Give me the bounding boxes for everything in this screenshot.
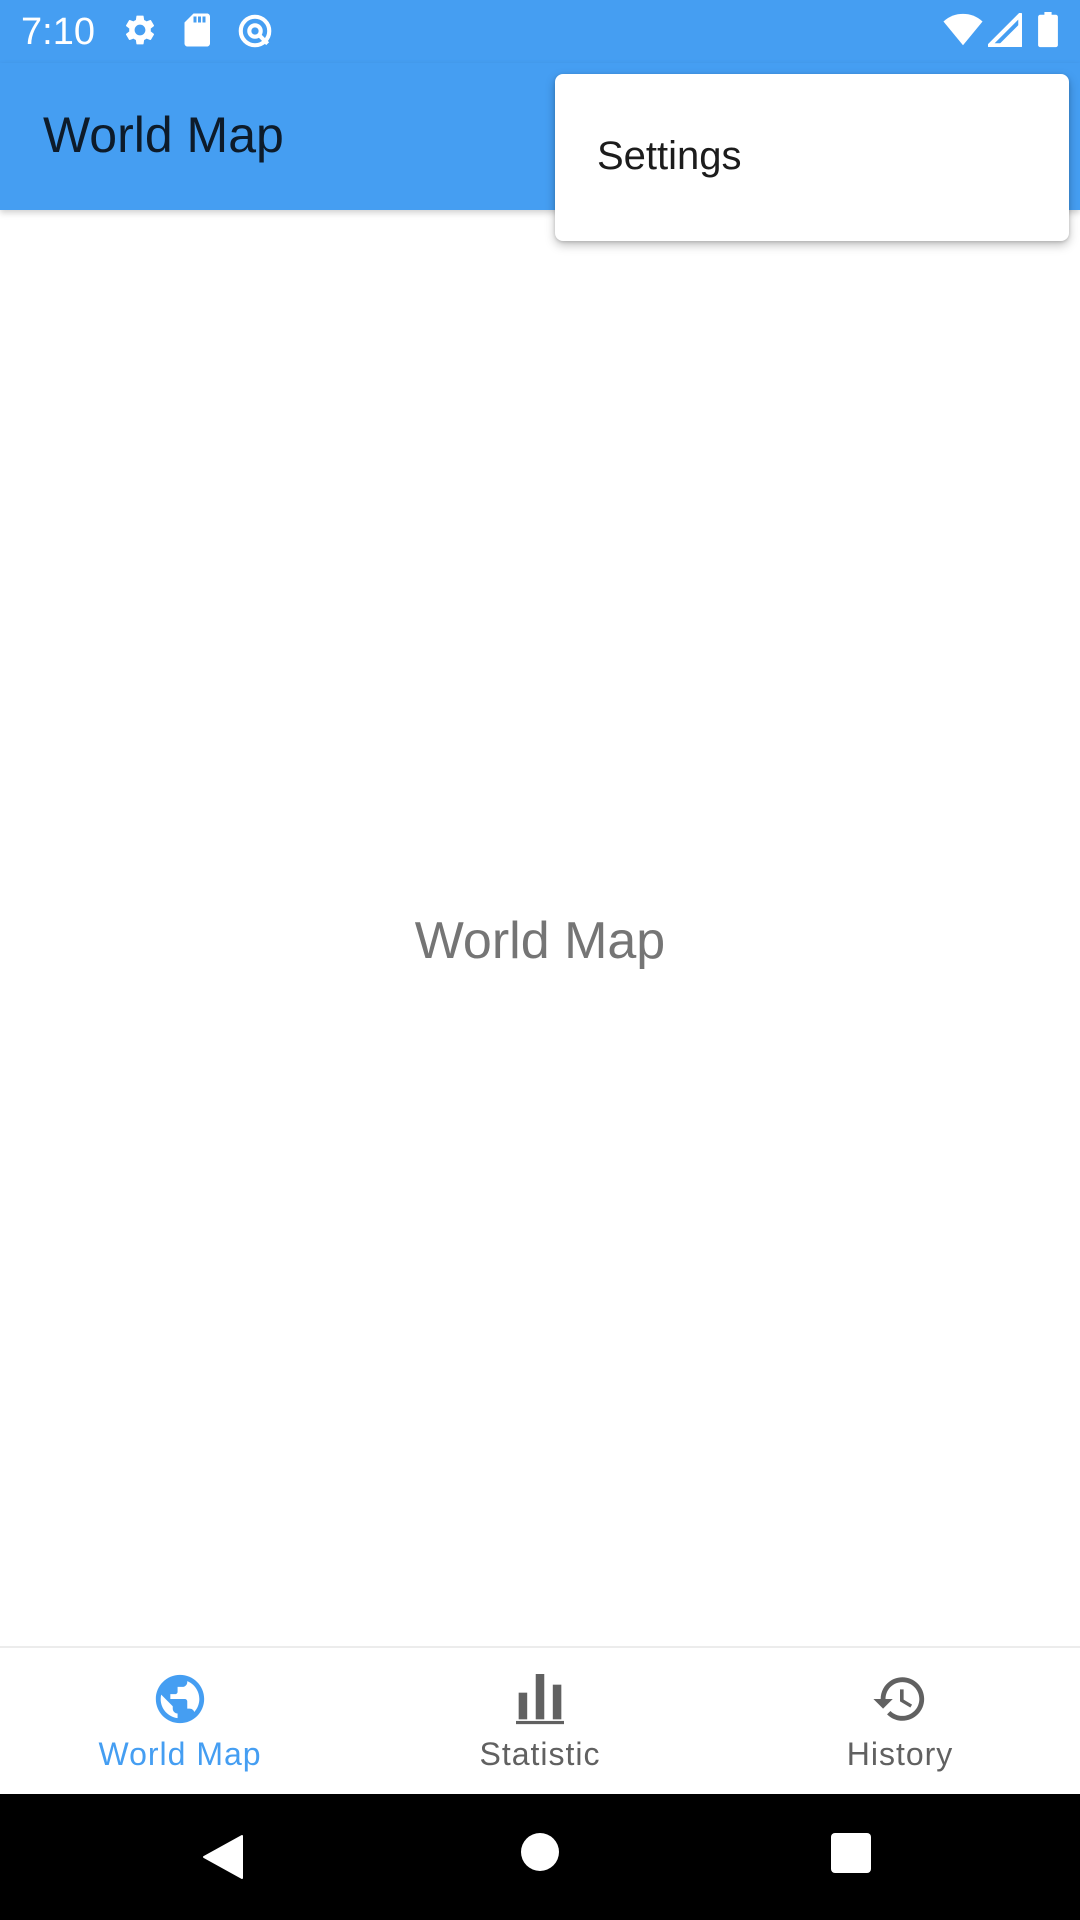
nav-label-statistic: Statistic (479, 1736, 601, 1772)
nav-item-statistic[interactable]: Statistic (360, 1648, 720, 1796)
recents-icon[interactable] (830, 1832, 872, 1879)
home-icon[interactable] (520, 1832, 560, 1877)
bottom-navigation: World Map Statistic History (0, 1646, 1080, 1796)
nav-item-history[interactable]: History (720, 1648, 1080, 1796)
nav-item-world-map[interactable]: World Map (0, 1648, 360, 1796)
app-title: World Map (43, 107, 284, 163)
signal-icon (987, 12, 1023, 52)
back-icon[interactable] (202, 1834, 244, 1885)
globe-icon (151, 1670, 209, 1728)
overflow-menu: Settings (555, 74, 1069, 241)
menu-item-label: Settings (597, 134, 742, 178)
nav-label-world-map: World Map (98, 1736, 262, 1772)
main-content: World Map (0, 210, 1080, 1646)
nav-label-history: History (846, 1736, 954, 1772)
page-placeholder-text: World Map (414, 912, 666, 970)
menu-item-settings[interactable]: Settings (555, 74, 1069, 241)
battery-icon (1037, 12, 1059, 53)
history-icon (871, 1670, 929, 1728)
status-time: 7:10 (21, 11, 95, 53)
bar-chart-icon (508, 1666, 572, 1730)
wifi-icon (942, 13, 984, 52)
gear-icon (122, 12, 158, 53)
sd-card-icon (182, 12, 214, 53)
system-navigation-bar (0, 1794, 1080, 1920)
at-sign-icon (236, 12, 274, 55)
status-bar: 7:10 (0, 0, 1080, 63)
